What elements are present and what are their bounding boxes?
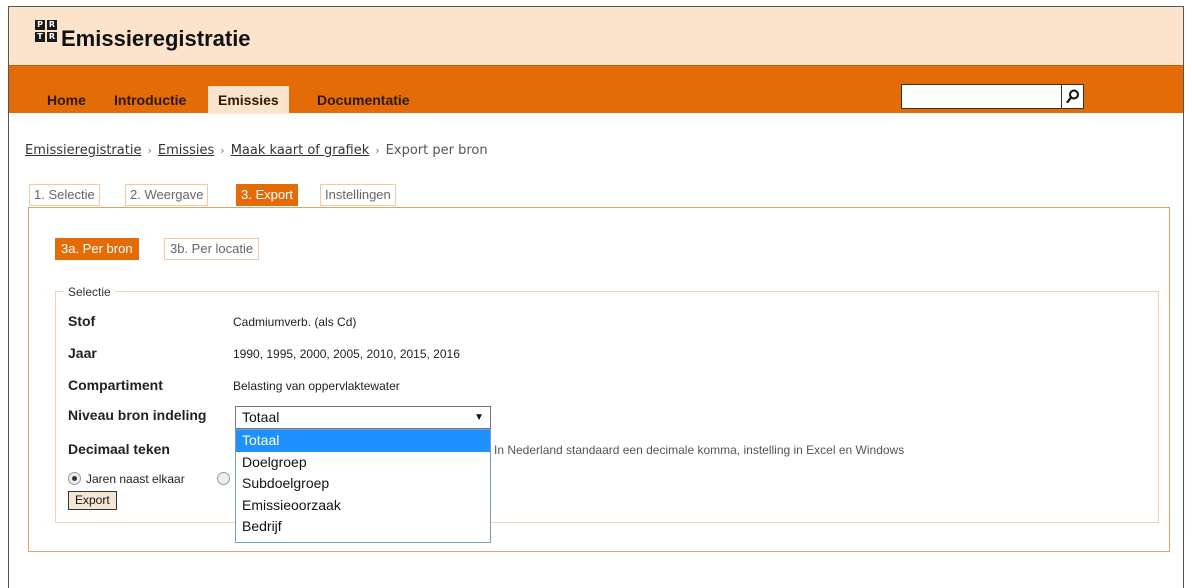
tab-selectie[interactable]: 1. Selectie [29,184,100,206]
site-header: P R T R Emissieregistratie [9,7,1183,65]
jaar-label: Jaar [68,345,97,361]
breadcrumb-current: Export per bron [385,143,488,158]
selectie-fieldset [55,291,1159,523]
breadcrumb: Emissieregistratie › Emissies › Maak kaart o… [25,143,488,158]
search-icon [1066,89,1079,104]
radio-jaren-naast-elkaar[interactable] [68,472,81,485]
dropdown-option-emissieoorzaak[interactable]: Emissieoorzaak [236,495,490,517]
logo-letter: T [35,32,45,42]
compartiment-label: Compartiment [68,377,163,393]
dropdown-option-doelgroep[interactable]: Doelgroep [236,452,490,474]
niveau-selected-value: Totaal [242,409,280,425]
radio-alternative[interactable] [217,472,230,485]
breadcrumb-emissies[interactable]: Emissies [158,143,214,158]
search-input[interactable] [902,85,1062,108]
nav-documentatie[interactable]: Documentatie [307,86,420,114]
breadcrumb-emissieregistratie[interactable]: Emissieregistratie [25,143,141,158]
subtab-per-bron[interactable]: 3a. Per bron [55,238,139,260]
chevron-down-icon: ▼ [474,412,484,423]
breadcrumb-separator: › [147,144,152,157]
prtr-logo: P R T R [35,20,57,42]
decimaal-hint: In Nederland standaard een decimale komm… [494,443,905,457]
radio-jaren-label: Jaren naast elkaar [86,472,185,486]
main-nav: Home Introductie Emissies Documentatie [9,65,1183,114]
breadcrumb-maak-kaart[interactable]: Maak kaart of grafiek [231,143,370,158]
nav-home[interactable]: Home [37,86,96,114]
decimaal-label: Decimaal teken [68,441,170,457]
dropdown-option-subdoelgroep[interactable]: Subdoelgroep [236,473,490,495]
compartiment-value: Belasting van oppervlaktewater [233,379,400,393]
breadcrumb-separator: › [220,144,225,157]
dropdown-option-bedrijf[interactable]: Bedrijf [236,516,490,538]
nav-introductie[interactable]: Introductie [104,86,196,114]
niveau-dropdown-list: Totaal Doelgroep Subdoelgroep Emissieoor… [235,429,491,543]
dropdown-option-totaal[interactable]: Totaal [236,430,490,452]
logo-letter: R [47,32,57,42]
stof-label: Stof [68,313,96,329]
niveau-label: Niveau bron indeling [68,407,207,423]
logo-letter: R [47,20,57,30]
stof-value: Cadmiumverb. (als Cd) [233,315,357,329]
tab-instellingen[interactable]: Instellingen [320,184,396,206]
nav-emissies[interactable]: Emissies [208,86,289,114]
search-box [901,84,1084,109]
jaar-value: 1990, 1995, 2000, 2005, 2010, 2015, 2016 [233,347,460,361]
site-title[interactable]: Emissieregistratie [61,26,251,52]
selectie-legend: Selectie [64,285,115,299]
tab-export[interactable]: 3. Export [236,184,299,206]
logo-letter: P [35,20,45,30]
tab-weergave[interactable]: 2. Weergave [125,184,209,206]
export-button[interactable]: Export [68,491,117,510]
breadcrumb-separator: › [375,144,380,157]
subtab-per-locatie[interactable]: 3b. Per locatie [164,238,260,260]
search-button[interactable] [1061,85,1083,108]
niveau-select[interactable]: Totaal ▼ [235,406,491,429]
